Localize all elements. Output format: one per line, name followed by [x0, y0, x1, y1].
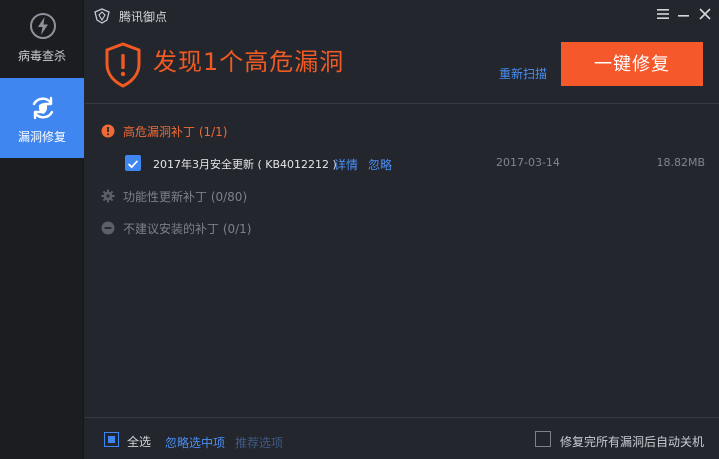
- one-click-fix-button[interactable]: 一键修复: [561, 42, 703, 86]
- scan-result-header: 发现1个高危漏洞 重新扫描 一键修复: [85, 32, 719, 104]
- recommended-options-link[interactable]: 推荐选项: [235, 434, 283, 451]
- ignore-selected-link[interactable]: 忽略选中项: [165, 434, 225, 451]
- patch-detail-link[interactable]: 详情: [334, 156, 358, 173]
- select-all-checkbox[interactable]: [104, 432, 119, 447]
- patch-row: 2017年3月安全更新 ( KB4012212 ) 详情 忽略 2017-03-…: [125, 153, 705, 173]
- patch-date: 2017-03-14: [496, 156, 560, 169]
- alert-circle-icon: [101, 124, 115, 138]
- auto-shutdown-checkbox[interactable]: [535, 431, 551, 447]
- sidebar-item-label: 病毒查杀: [17, 49, 66, 63]
- select-all-label[interactable]: 全选: [127, 433, 151, 450]
- group-label: 高危漏洞补丁 (1/1): [123, 125, 228, 139]
- footer-bar: 全选 忽略选中项 推荐选项 修复完所有漏洞后自动关机: [85, 417, 719, 459]
- patch-ignore-link[interactable]: 忽略: [368, 156, 392, 173]
- lightning-icon: [30, 13, 56, 39]
- minus-circle-icon: [101, 221, 115, 235]
- patch-size: 18.82MB: [656, 156, 705, 169]
- title-bar: 腾讯御点: [85, 0, 719, 32]
- gear-icon: [101, 189, 115, 203]
- sidebar: 病毒查杀 漏洞修复: [0, 0, 84, 459]
- rescan-link[interactable]: 重新扫描: [499, 65, 547, 82]
- sidebar-item-label: 漏洞修复: [17, 130, 66, 144]
- refresh-shield-icon: [32, 96, 54, 120]
- menu-icon[interactable]: [653, 4, 673, 24]
- minimize-icon[interactable]: [673, 4, 693, 24]
- group-label: 不建议安装的补丁 (0/1): [123, 222, 252, 236]
- warning-shield-icon: [105, 42, 141, 88]
- close-icon[interactable]: [695, 4, 715, 24]
- check-icon: [128, 160, 139, 169]
- patch-list: 高危漏洞补丁 (1/1) 2017年3月安全更新 ( KB4012212 ) 详…: [85, 105, 719, 417]
- app-logo-icon: [94, 8, 110, 24]
- sidebar-item-virus-scan[interactable]: 病毒查杀: [0, 0, 84, 80]
- auto-shutdown-label[interactable]: 修复完所有漏洞后自动关机: [560, 433, 704, 450]
- patch-name: 2017年3月安全更新 ( KB4012212 ): [153, 158, 337, 171]
- patch-checkbox[interactable]: [125, 155, 141, 171]
- scan-result-headline: 发现1个高危漏洞: [153, 48, 345, 76]
- app-title: 腾讯御点: [119, 10, 168, 24]
- sidebar-item-vulnerability-fix[interactable]: 漏洞修复: [0, 78, 84, 158]
- group-label: 功能性更新补丁 (0/80): [123, 190, 248, 204]
